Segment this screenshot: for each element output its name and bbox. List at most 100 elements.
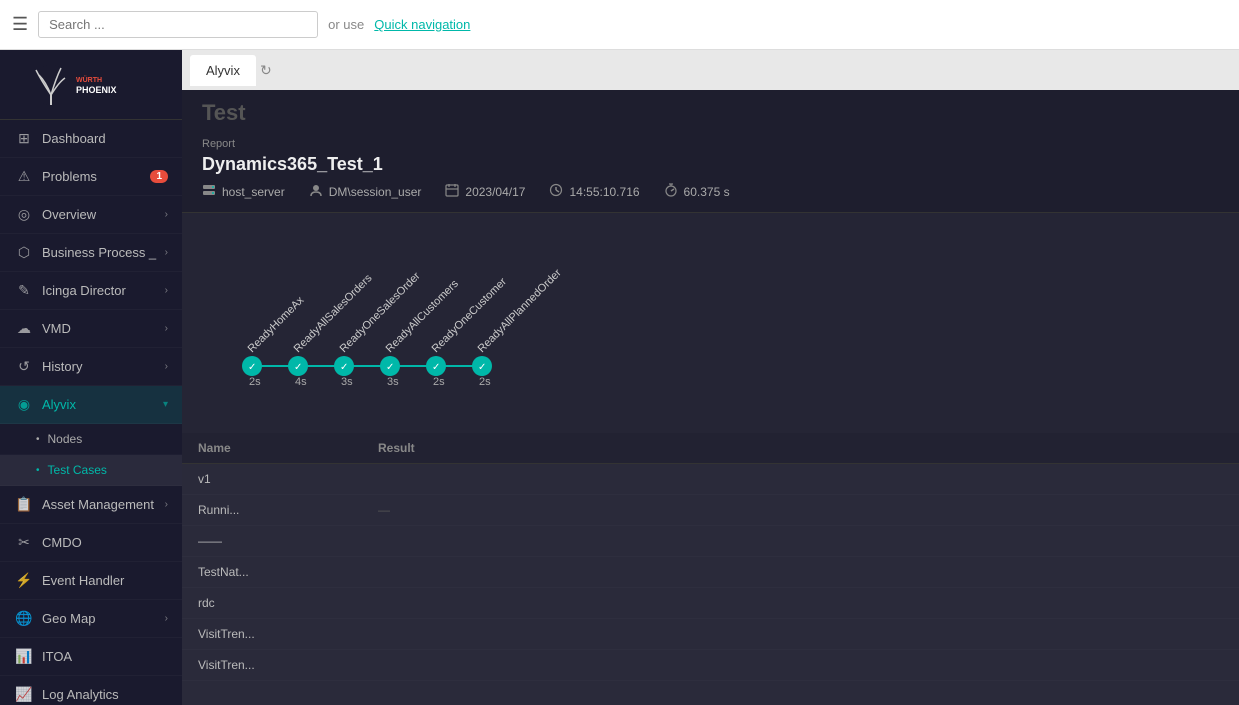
nodes-label: Nodes: [48, 432, 83, 446]
page-title-area: Test: [182, 90, 1239, 126]
sidebar-item-label: VMD: [42, 321, 165, 336]
row-name: rdc: [198, 596, 378, 610]
history-icon: ↺: [14, 358, 34, 375]
table-row[interactable]: TestNat...: [182, 557, 1239, 588]
icinga-director-icon: ✎: [14, 282, 34, 299]
table-row[interactable]: Runni... —: [182, 495, 1239, 526]
meta-duration: 60.375 s: [664, 183, 730, 200]
tab-alyvix[interactable]: Alyvix: [190, 55, 256, 86]
row-name: v1: [198, 472, 378, 486]
quick-nav-link[interactable]: Quick navigation: [374, 17, 470, 32]
sidebar-item-asset-management[interactable]: 📋 Asset Management ›: [0, 486, 182, 524]
sidebar-sub-test-cases[interactable]: Test Cases: [0, 455, 182, 486]
row-result: [378, 565, 478, 579]
row-result: [378, 472, 478, 486]
problems-icon: ⚠: [14, 168, 34, 185]
user-icon: [309, 183, 323, 200]
or-text: or use: [328, 17, 364, 32]
menu-icon[interactable]: ☰: [12, 14, 28, 35]
sidebar-item-business-process[interactable]: ⬡ Business Process _ ›: [0, 234, 182, 272]
server-icon: [202, 183, 216, 200]
col-header-name: Name: [198, 441, 378, 455]
table-row[interactable]: VisitTren...: [182, 619, 1239, 650]
page-title-partial: Test: [202, 100, 246, 125]
svg-text:ReadyAllPlannedOrder: ReadyAllPlannedOrder: [476, 267, 564, 355]
meta-date-value: 2023/04/17: [465, 185, 525, 199]
sidebar-item-overview[interactable]: ◎ Overview ›: [0, 196, 182, 234]
row-name: Runni...: [198, 503, 378, 517]
sidebar-item-icinga-director[interactable]: ✎ Icinga Director ›: [0, 272, 182, 310]
col-header-result: Result: [378, 441, 478, 455]
expand-arrow-icon: ›: [165, 247, 168, 258]
row-result: [378, 658, 478, 672]
svg-text:✓: ✓: [294, 362, 302, 373]
sidebar-item-label: Geo Map: [42, 611, 165, 626]
sidebar-item-event-handler[interactable]: ⚡ Event Handler: [0, 562, 182, 600]
sidebar-item-label: Log Analytics: [42, 687, 168, 702]
timer-icon: [664, 183, 678, 200]
meta-duration-value: 60.375 s: [684, 185, 730, 199]
sidebar-item-log-analytics[interactable]: 📈 Log Analytics: [0, 676, 182, 705]
table-row[interactable]: v1: [182, 464, 1239, 495]
overview-icon: ◎: [14, 206, 34, 223]
tab-refresh[interactable]: ↻: [256, 58, 276, 83]
sidebar-item-history[interactable]: ↺ History ›: [0, 348, 182, 386]
sidebar-sub-nodes[interactable]: Nodes: [0, 424, 182, 455]
row-result: [378, 534, 478, 548]
table-header: Name Result: [182, 433, 1239, 464]
meta-time-value: 14:55:10.716: [569, 185, 639, 199]
sidebar-item-vmd[interactable]: ☁ VMD ›: [0, 310, 182, 348]
sidebar-item-dashboard[interactable]: ⊞ Dashboard: [0, 120, 182, 158]
sidebar-item-alyvix[interactable]: ◉ Alyvix ▾: [0, 386, 182, 424]
sidebar-item-label: Dashboard: [42, 131, 168, 146]
table-row[interactable]: VisitTren...: [182, 650, 1239, 681]
row-result: [378, 596, 478, 610]
sidebar-item-label: CMDO: [42, 535, 168, 550]
table-row[interactable]: ——: [182, 526, 1239, 557]
meta-server: host_server: [202, 183, 285, 200]
svg-text:PHOENIX: PHOENIX: [76, 85, 117, 95]
svg-text:✓: ✓: [386, 362, 394, 373]
svg-text:3s: 3s: [387, 376, 399, 388]
flow-diagram-svg: ReadyHomeAx ReadyAllSalesOrders ReadyOne…: [202, 233, 1219, 393]
flow-diagram-area: ReadyHomeAx ReadyAllSalesOrders ReadyOne…: [182, 213, 1239, 433]
svg-text:3s: 3s: [341, 376, 353, 388]
main-layout: WÜRTH PHOENIX ⊞ Dashboard ⚠ Problems 1 ◎…: [0, 50, 1239, 705]
table-row[interactable]: rdc: [182, 588, 1239, 619]
svg-text:✓: ✓: [248, 362, 256, 373]
report-panel: Report Dynamics365_Test_1 host_server DM…: [182, 126, 1239, 213]
sidebar-item-problems[interactable]: ⚠ Problems 1: [0, 158, 182, 196]
svg-text:2s: 2s: [249, 376, 261, 388]
sidebar-item-itoa[interactable]: 📊 ITOA: [0, 638, 182, 676]
row-name: VisitTren...: [198, 658, 378, 672]
meta-time: 14:55:10.716: [549, 183, 639, 200]
report-title: Dynamics365_Test_1: [202, 154, 1219, 175]
report-meta: host_server DM\session_user 2023/04/17: [202, 183, 1219, 200]
topbar: ☰ or use Quick navigation: [0, 0, 1239, 50]
problems-badge: 1: [150, 170, 168, 183]
report-label: Report: [202, 138, 1219, 150]
calendar-icon: [445, 183, 459, 200]
meta-user-value: DM\session_user: [329, 185, 422, 199]
geo-map-icon: 🌐: [14, 610, 34, 627]
sidebar-item-label: Overview: [42, 207, 165, 222]
sidebar-item-label: ITOA: [42, 649, 168, 664]
log-analytics-icon: 📈: [14, 686, 34, 703]
sidebar-item-cmdo[interactable]: ✂ CMDO: [0, 524, 182, 562]
sidebar-logo: WÜRTH PHOENIX: [0, 50, 182, 120]
expand-arrow-icon: ▾: [163, 399, 168, 410]
business-process-icon: ⬡: [14, 244, 34, 261]
sidebar-item-label: History: [42, 359, 165, 374]
row-name: VisitTren...: [198, 627, 378, 641]
row-result: [378, 627, 478, 641]
expand-arrow-icon: ›: [165, 361, 168, 372]
svg-text:✓: ✓: [340, 362, 348, 373]
row-name: TestNat...: [198, 565, 378, 579]
svg-text:ReadyAllSalesOrders: ReadyAllSalesOrders: [292, 272, 375, 355]
tab-label: Alyvix: [206, 63, 240, 78]
expand-arrow-icon: ›: [165, 285, 168, 296]
sidebar-item-geo-map[interactable]: 🌐 Geo Map ›: [0, 600, 182, 638]
search-input[interactable]: [38, 11, 318, 38]
row-result: —: [378, 503, 478, 517]
sidebar-item-label: Alyvix: [42, 397, 163, 412]
